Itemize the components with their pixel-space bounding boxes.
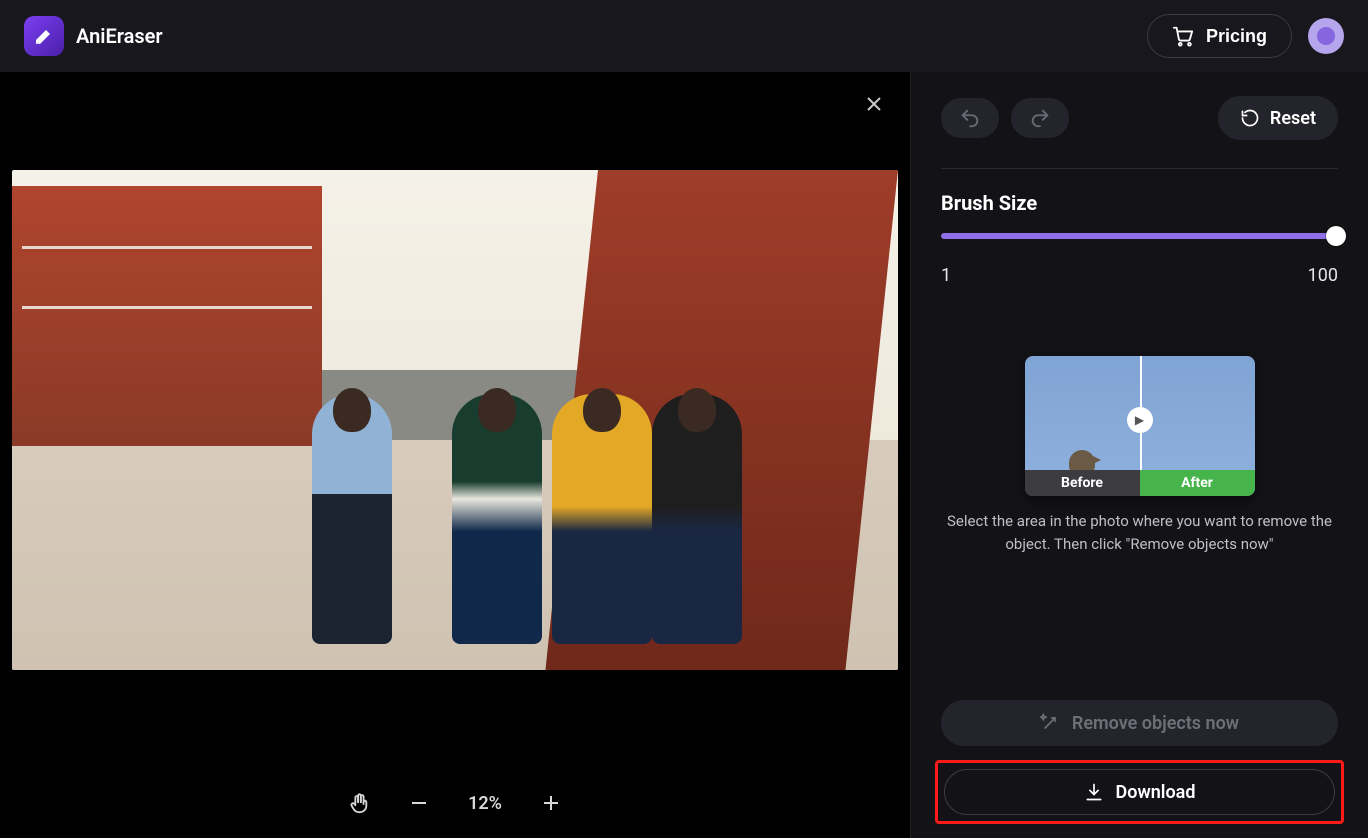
image-viewport[interactable] [0,72,910,768]
brush-max: 100 [1308,265,1338,286]
zoom-in-button[interactable] [540,792,562,814]
before-after-preview: ▶ Before After [1025,356,1255,496]
header-right: Pricing [1147,14,1344,58]
reset-button[interactable]: Reset [1218,96,1338,140]
download-label: Download [1116,782,1196,803]
zoom-toolbar: 12% [0,768,910,838]
zoom-level: 12% [468,793,502,814]
cart-icon [1172,25,1194,47]
slider-thumb[interactable] [1326,226,1346,246]
preview-after-label: After [1140,470,1255,496]
brush-slider-range: 1 100 [941,265,1338,286]
close-button[interactable] [862,92,886,116]
app-logo-icon [24,16,64,56]
divider [941,168,1338,169]
preview-before-label: Before [1025,470,1140,496]
pricing-label: Pricing [1206,26,1267,47]
reset-icon [1240,108,1260,128]
hint-text: Select the area in the photo where you w… [941,510,1338,555]
brush-size-label: Brush Size [941,191,1338,215]
remove-label: Remove objects now [1072,713,1239,734]
compare-handle-icon: ▶ [1127,407,1153,433]
brush-size-slider[interactable] [941,233,1338,239]
canvas-area: 12% [0,72,910,838]
zoom-out-button[interactable] [408,792,430,814]
reset-label: Reset [1270,108,1316,129]
wand-icon [1040,713,1060,733]
redo-button[interactable] [1011,98,1069,138]
sidebar: Reset Brush Size 1 100 ▶ Before After [910,72,1368,838]
history-row: Reset [941,96,1338,140]
brand: AniEraser [24,16,163,56]
download-button[interactable]: Download [944,769,1335,815]
main: 12% Reset Brush Size [0,72,1368,838]
canvas-image [12,170,898,670]
action-buttons: Remove objects now Download [941,700,1338,818]
pan-hand-icon[interactable] [348,792,370,814]
brand-name: AniEraser [76,24,163,48]
app-header: AniEraser Pricing [0,0,1368,72]
undo-button[interactable] [941,98,999,138]
pricing-button[interactable]: Pricing [1147,14,1292,58]
user-avatar[interactable] [1308,18,1344,54]
remove-objects-button[interactable]: Remove objects now [941,700,1338,746]
brush-min: 1 [941,265,951,286]
tutorial-highlight: Download [935,760,1344,824]
download-icon [1084,782,1104,802]
